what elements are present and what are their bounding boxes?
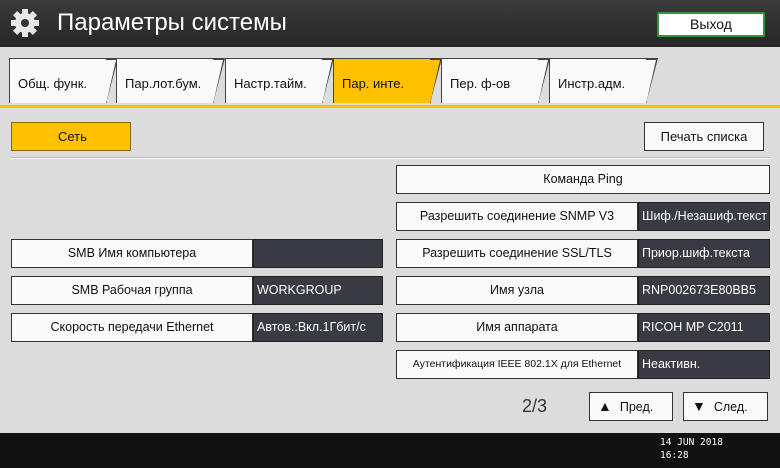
tab-file-transfer[interactable]: Пер. ф-ов bbox=[441, 58, 550, 104]
page-title: Параметры системы bbox=[57, 9, 287, 36]
tab-label: Пар. инте. bbox=[342, 76, 405, 91]
tab-label: Пер. ф-ов bbox=[450, 76, 511, 91]
exit-button[interactable]: Выход bbox=[657, 12, 765, 37]
tab-label: Общ. функ. bbox=[18, 76, 88, 91]
prev-label: Пред. bbox=[619, 400, 654, 414]
page-indicator: 2/3 bbox=[522, 396, 548, 416]
tab-timer-settings[interactable]: Настр.тайм. bbox=[225, 58, 334, 104]
tab-admin-tools[interactable]: Инстр.адм. bbox=[549, 58, 658, 104]
tab-label: Инстр.адм. bbox=[558, 76, 626, 91]
next-label: След. bbox=[713, 400, 748, 414]
tab-label: Пар.лот.бум. bbox=[125, 76, 202, 91]
triangle-down-icon: ▼ bbox=[692, 398, 706, 414]
tab-interface-settings[interactable]: Пар. инте. bbox=[333, 58, 442, 104]
ssl-tls-button[interactable]: Разрешить соединение SSL/TLS bbox=[396, 239, 638, 268]
divider bbox=[11, 157, 771, 159]
triangle-up-icon: ▲ bbox=[598, 398, 612, 414]
ping-command-button[interactable]: Команда Ping bbox=[396, 165, 770, 194]
network-button[interactable]: Сеть bbox=[11, 122, 131, 151]
machine-name-value: RICOH MP C2011 bbox=[638, 313, 770, 342]
host-name-value: RNP002673E80BB5 bbox=[638, 276, 770, 305]
tab-label: Настр.тайм. bbox=[234, 76, 307, 91]
snmp-v3-button[interactable]: Разрешить соединение SNMP V3 bbox=[396, 202, 638, 231]
tab-paper-tray[interactable]: Пар.лот.бум. bbox=[116, 58, 225, 104]
smb-computer-name-value bbox=[253, 239, 383, 268]
ieee-8021x-button[interactable]: Аутентификация IEEE 802.1X для Ethernet bbox=[396, 350, 638, 379]
ieee-8021x-value: Неактивн. bbox=[638, 350, 770, 379]
ethernet-speed-value: Автов.:Вкл.1Гбит/с bbox=[253, 313, 383, 342]
smb-workgroup-button[interactable]: SMB Рабочая группа bbox=[11, 276, 253, 305]
ethernet-speed-button[interactable]: Скорость передачи Ethernet bbox=[11, 313, 253, 342]
date-text: 14 JUN 2018 bbox=[660, 437, 723, 448]
date-time: 14 JUN 2018 16:28 bbox=[660, 436, 723, 462]
tab-general-functions[interactable]: Общ. функ. bbox=[9, 58, 118, 104]
next-page-button[interactable]: ▼ След. bbox=[683, 392, 768, 421]
machine-name-button[interactable]: Имя аппарата bbox=[396, 313, 638, 342]
smb-computer-name-button[interactable]: SMB Имя компьютера bbox=[11, 239, 253, 268]
smb-workgroup-value: WORKGROUP bbox=[253, 276, 383, 305]
snmp-v3-value: Шиф./Незашиф.текст bbox=[638, 202, 770, 231]
time-text: 16:28 bbox=[660, 450, 689, 461]
prev-page-button[interactable]: ▲ Пред. bbox=[589, 392, 673, 421]
gear-icon bbox=[11, 9, 39, 37]
print-list-button[interactable]: Печать списка bbox=[644, 122, 764, 151]
host-name-button[interactable]: Имя узла bbox=[396, 276, 638, 305]
tab-underline bbox=[0, 105, 780, 108]
ssl-tls-value: Приор.шиф.текста bbox=[638, 239, 770, 268]
